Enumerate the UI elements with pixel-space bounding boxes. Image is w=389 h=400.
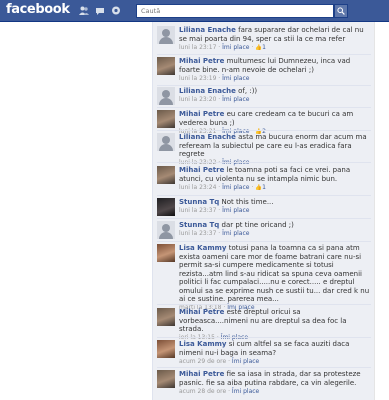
comment-author[interactable]: Mihai Petre: [179, 166, 224, 174]
avatar[interactable]: [157, 370, 175, 388]
comment-time[interactable]: luni la 23:20: [179, 96, 216, 103]
divider: [157, 54, 371, 55]
top-navigation-bar: facebook Caută: [0, 0, 389, 22]
notifications-icon[interactable]: [110, 5, 121, 16]
comment-author[interactable]: Mihai Petre: [179, 308, 224, 316]
divider: [157, 162, 371, 163]
comment-author[interactable]: Mihai Petre: [179, 57, 224, 65]
like-link[interactable]: Îmi place: [222, 230, 249, 237]
avatar[interactable]: [157, 166, 175, 184]
comment-meta: luni la 23:20 · Îmi place: [179, 96, 250, 103]
avatar[interactable]: [157, 26, 175, 44]
avatar[interactable]: [157, 221, 175, 239]
comment-author[interactable]: Lisa Kammy: [179, 244, 227, 252]
page-scrollbar[interactable]: [374, 22, 389, 400]
like-count[interactable]: 1: [262, 44, 266, 51]
comment-time[interactable]: luni la 23:37: [179, 207, 216, 214]
avatar[interactable]: [157, 133, 175, 151]
avatar[interactable]: [157, 308, 175, 326]
divider: [157, 367, 371, 368]
friends-icon[interactable]: [78, 5, 89, 16]
comment-author[interactable]: Lisa Kammy: [179, 340, 227, 348]
like-count[interactable]: 1: [262, 184, 266, 191]
comment-time[interactable]: acum 29 de ore: [179, 358, 226, 365]
search-icon: [337, 7, 345, 15]
divider: [157, 304, 371, 305]
like-link[interactable]: Îmi place: [222, 96, 249, 103]
comment-author[interactable]: Mihai Petre: [179, 370, 224, 378]
comment-text: dar pt tine oricand ;): [221, 221, 294, 229]
comment-author[interactable]: Liliana Enache: [179, 133, 236, 141]
comment-author[interactable]: Stunna Tq: [179, 198, 219, 206]
like-link[interactable]: Îmi place: [232, 358, 259, 365]
comment-meta: luni la 23:17 · Îmi place · 👍1: [179, 43, 266, 51]
divider: [157, 85, 371, 86]
comment-meta: luni la 23:19 · Îmi place: [179, 74, 250, 82]
like-link[interactable]: Îmi place: [232, 388, 259, 395]
avatar[interactable]: [157, 57, 175, 75]
search-button[interactable]: [334, 4, 348, 18]
like-link[interactable]: Îmi place: [222, 75, 249, 82]
comment-meta: acum 29 de ore · Îmi place: [179, 357, 260, 365]
divider: [157, 107, 371, 108]
comment-author[interactable]: Liliana Enache: [179, 87, 236, 95]
divider: [157, 218, 371, 219]
comments-feed: Liliana Enache fara suparare dar ochelar…: [152, 22, 374, 400]
divider: [157, 130, 371, 131]
comment-author[interactable]: Liliana Enache: [179, 26, 236, 34]
comment-author[interactable]: Mihai Petre: [179, 110, 224, 118]
comment-text: Not this time...: [221, 198, 274, 206]
comment-meta: acum 28 de ore · Îmi place: [179, 387, 260, 395]
messages-icon[interactable]: [94, 5, 105, 16]
avatar[interactable]: [157, 340, 175, 358]
facebook-logo[interactable]: facebook: [6, 2, 70, 17]
left-column: [0, 22, 152, 400]
avatar[interactable]: [157, 110, 175, 128]
comment-meta: luni la 23:24 · Îmi place · 👍1: [179, 183, 266, 191]
comment-time[interactable]: luni la 23:19: [179, 75, 216, 82]
comment-text: totusi pana la toamna ca si pana atm exi…: [179, 244, 370, 303]
like-link[interactable]: Îmi place: [222, 184, 249, 191]
comment-meta: luni la 23:37 · Îmi place: [179, 230, 250, 237]
comment-time[interactable]: luni la 23:37: [179, 230, 216, 237]
comment-author[interactable]: Stunna Tq: [179, 221, 219, 229]
divider: [157, 195, 371, 196]
avatar[interactable]: [157, 244, 175, 262]
comment-time[interactable]: luni la 23:17: [179, 44, 216, 51]
like-link[interactable]: Îmi place: [222, 207, 249, 214]
divider: [157, 337, 371, 338]
like-link[interactable]: Îmi place: [222, 44, 249, 51]
comment-text: of, :)): [238, 87, 258, 95]
comment-time[interactable]: luni la 23:24: [179, 184, 216, 191]
avatar[interactable]: [157, 87, 175, 105]
comment-meta: luni la 23:37 · Îmi place: [179, 207, 250, 214]
divider: [157, 241, 371, 242]
search-input[interactable]: Caută: [136, 4, 334, 18]
avatar[interactable]: [157, 198, 175, 216]
comment-time[interactable]: acum 28 de ore: [179, 388, 226, 395]
